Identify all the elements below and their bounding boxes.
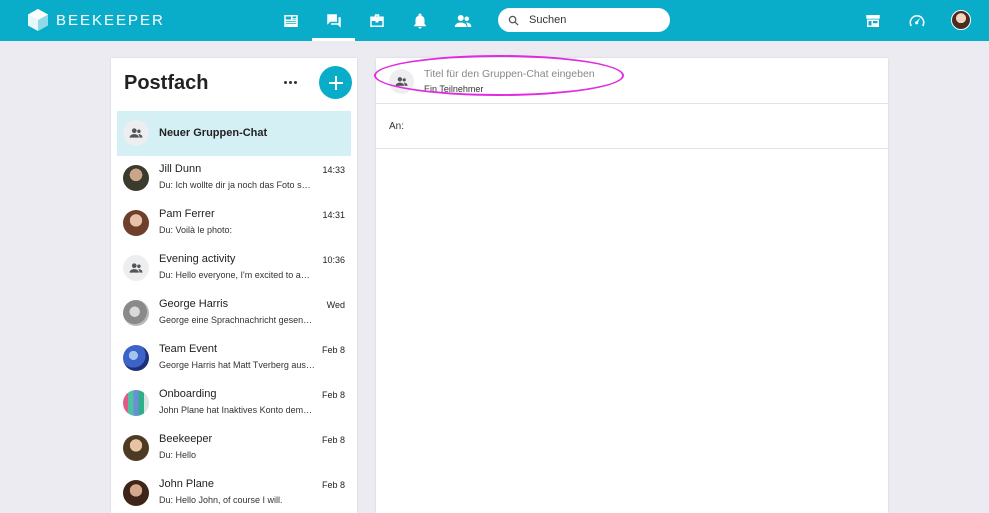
conversation-name: Neuer Gruppen-Chat	[159, 127, 268, 139]
conversation-time: 14:33	[322, 165, 345, 175]
conversation-name: Beekeeper	[159, 433, 213, 445]
new-conversation-button[interactable]	[319, 66, 352, 99]
conversation-time: Feb 8	[321, 435, 345, 445]
store-button[interactable]	[851, 0, 894, 41]
beekeeper-logo[interactable]: BEEKEEPER	[28, 9, 165, 31]
conversation-name: Team Event	[159, 343, 218, 355]
conversation-team-event[interactable]: Team Event Feb 8 George Harris hat Matt …	[117, 336, 351, 381]
recipients-input[interactable]	[412, 116, 872, 136]
app-name: BEEKEEPER	[56, 11, 165, 29]
avatar	[123, 435, 149, 461]
plus-icon	[328, 75, 343, 90]
conversation-john-plane[interactable]: John Plane Feb 8 Du: Hello John, of cour…	[117, 471, 351, 513]
more-options-button[interactable]	[281, 74, 299, 90]
nav-stream[interactable]	[269, 0, 312, 41]
conversation-name: Jill Dunn	[159, 163, 202, 175]
more-dots-icon	[283, 80, 287, 84]
conversation-preview: Du: Voilà le photo:	[159, 225, 233, 235]
bell-icon	[413, 13, 426, 28]
group-avatar	[123, 120, 149, 146]
recipients-label: An:	[389, 121, 405, 132]
people-icon	[454, 14, 471, 27]
store-icon	[865, 14, 880, 27]
conversation-name: Pam Ferrer	[159, 208, 215, 220]
avatar	[123, 300, 149, 326]
dashboard-button[interactable]	[895, 0, 938, 41]
conversation-preview: Du: Hello everyone, I'm excited to a…	[159, 270, 310, 280]
conversation-preview: Du: Hello John, of course I will.	[159, 495, 283, 505]
new-group-chat-panel: Ein Teilnehmer An:	[374, 55, 888, 513]
nav-people[interactable]	[441, 0, 484, 41]
avatar	[123, 210, 149, 236]
nav-chat[interactable]	[312, 0, 355, 41]
avatar	[123, 480, 149, 506]
group-icon	[129, 128, 143, 138]
group-icon	[395, 77, 408, 86]
conversation-preview: Du: Hello	[159, 450, 197, 460]
inbox-title: Postfach	[124, 72, 209, 94]
inbox-panel: Postfach Neuer Gruppen-Chat Jill Dunn 14…	[111, 58, 357, 513]
search-icon	[508, 15, 519, 26]
group-avatar[interactable]	[389, 69, 414, 94]
conversation-name: George Harris	[159, 298, 229, 310]
chat-header: Ein Teilnehmer	[374, 55, 888, 104]
conversation-george-harris[interactable]: George Harris Wed George eine Sprachnach…	[117, 291, 351, 336]
conversation-name: John Plane	[159, 478, 215, 490]
avatar	[123, 345, 149, 371]
conversation-name: Evening activity	[159, 253, 236, 265]
conversation-preview: George eine Sprachnachricht gesen…	[159, 315, 313, 325]
participant-count: Ein Teilnehmer	[424, 84, 484, 94]
beekeeper-logo-icon	[28, 9, 48, 31]
conversation-time: Feb 8	[321, 345, 345, 355]
search-input[interactable]	[529, 14, 659, 26]
conversation-jill-dunn[interactable]: Jill Dunn 14:33 Du: Ich wollte dir ja no…	[117, 156, 351, 201]
top-navigation-bar: BEEKEEPER	[0, 0, 989, 41]
conversation-pam-ferrer[interactable]: Pam Ferrer 14:31 Du: Voilà le photo:	[117, 201, 351, 246]
conversation-preview: John Plane hat Inaktives Konto dem…	[159, 405, 313, 415]
conversation-name: Onboarding	[159, 388, 217, 400]
conversation-preview: George Harris hat Matt Tverberg aus…	[159, 360, 315, 370]
group-icon	[129, 263, 143, 273]
nav-tools[interactable]	[355, 0, 398, 41]
chat-icon	[326, 13, 341, 28]
user-avatar[interactable]	[951, 10, 971, 30]
recipients-row: An:	[376, 104, 888, 149]
conversation-time: Feb 8	[321, 480, 345, 490]
conversation-onboarding[interactable]: Onboarding Feb 8 John Plane hat Inaktive…	[117, 381, 351, 426]
avatar	[123, 165, 149, 191]
conversation-time: Feb 8	[321, 390, 345, 400]
conversation-evening-activity[interactable]: Evening activity 10:36 Du: Hello everyon…	[117, 246, 351, 291]
conversation-time: 10:36	[322, 255, 345, 265]
conversation-beekeeper[interactable]: Beekeeper Feb 8 Du: Hello	[117, 426, 351, 471]
group-chat-title-input[interactable]	[424, 68, 644, 80]
speedometer-icon	[909, 14, 924, 26]
avatar	[123, 390, 149, 416]
conversation-time: 14:31	[322, 210, 345, 220]
group-avatar	[123, 255, 149, 281]
search-box[interactable]	[498, 8, 670, 32]
stream-icon	[283, 14, 298, 27]
conversation-new-group-chat[interactable]: Neuer Gruppen-Chat	[117, 111, 351, 156]
tools-icon	[369, 13, 384, 27]
conversation-preview: Du: Ich wollte dir ja noch das Foto s…	[159, 180, 311, 190]
nav-notifications[interactable]	[398, 0, 441, 41]
conversation-list: Neuer Gruppen-Chat Jill Dunn 14:33 Du: I…	[117, 111, 351, 513]
conversation-time: Wed	[326, 300, 345, 310]
